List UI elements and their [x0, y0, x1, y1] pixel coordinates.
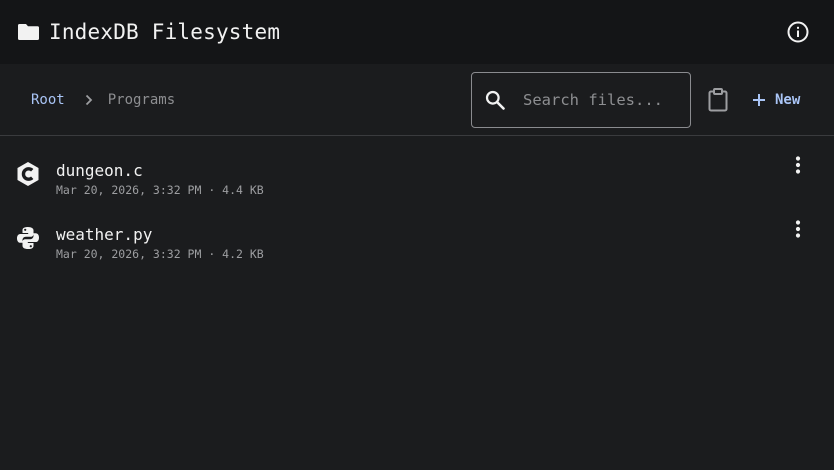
more-vert-icon	[795, 220, 801, 238]
clipboard-icon	[708, 88, 728, 112]
file-name: weather.py	[56, 225, 153, 244]
file-list: dungeon.c Mar 20, 2026, 3:32 PM · 4.4 KB…	[0, 137, 834, 265]
file-meta: Mar 20, 2026, 3:32 PM · 4.4 KB	[56, 183, 264, 197]
more-vert-icon	[795, 156, 801, 174]
file-row[interactable]: dungeon.c Mar 20, 2026, 3:32 PM · 4.4 KB	[0, 137, 834, 201]
folder-icon	[18, 24, 39, 40]
breadcrumb: Root Programs	[31, 64, 175, 136]
c-language-icon	[16, 161, 40, 187]
file-row[interactable]: weather.py Mar 20, 2026, 3:32 PM · 4.2 K…	[0, 201, 834, 265]
chevron-right-icon	[85, 94, 93, 106]
more-options-button[interactable]	[786, 153, 810, 177]
search-box[interactable]	[471, 72, 691, 128]
plus-icon	[752, 93, 766, 107]
file-meta: Mar 20, 2026, 3:32 PM · 4.2 KB	[56, 247, 264, 261]
paste-button[interactable]	[707, 88, 729, 112]
search-input[interactable]	[523, 91, 683, 109]
new-button-label: New	[775, 92, 801, 108]
python-icon	[16, 225, 40, 251]
info-circle-icon	[787, 21, 809, 43]
breadcrumb-current: Programs	[107, 92, 176, 108]
info-button[interactable]	[786, 20, 810, 44]
search-icon	[485, 90, 505, 110]
new-button[interactable]: New	[752, 86, 800, 114]
more-options-button[interactable]	[786, 217, 810, 241]
app-title: IndexDB Filesystem	[49, 20, 281, 44]
file-name: dungeon.c	[56, 161, 143, 180]
breadcrumb-root[interactable]: Root	[31, 92, 65, 108]
toolbar: Root Programs New	[0, 64, 834, 136]
app-bar: IndexDB Filesystem	[0, 0, 834, 64]
